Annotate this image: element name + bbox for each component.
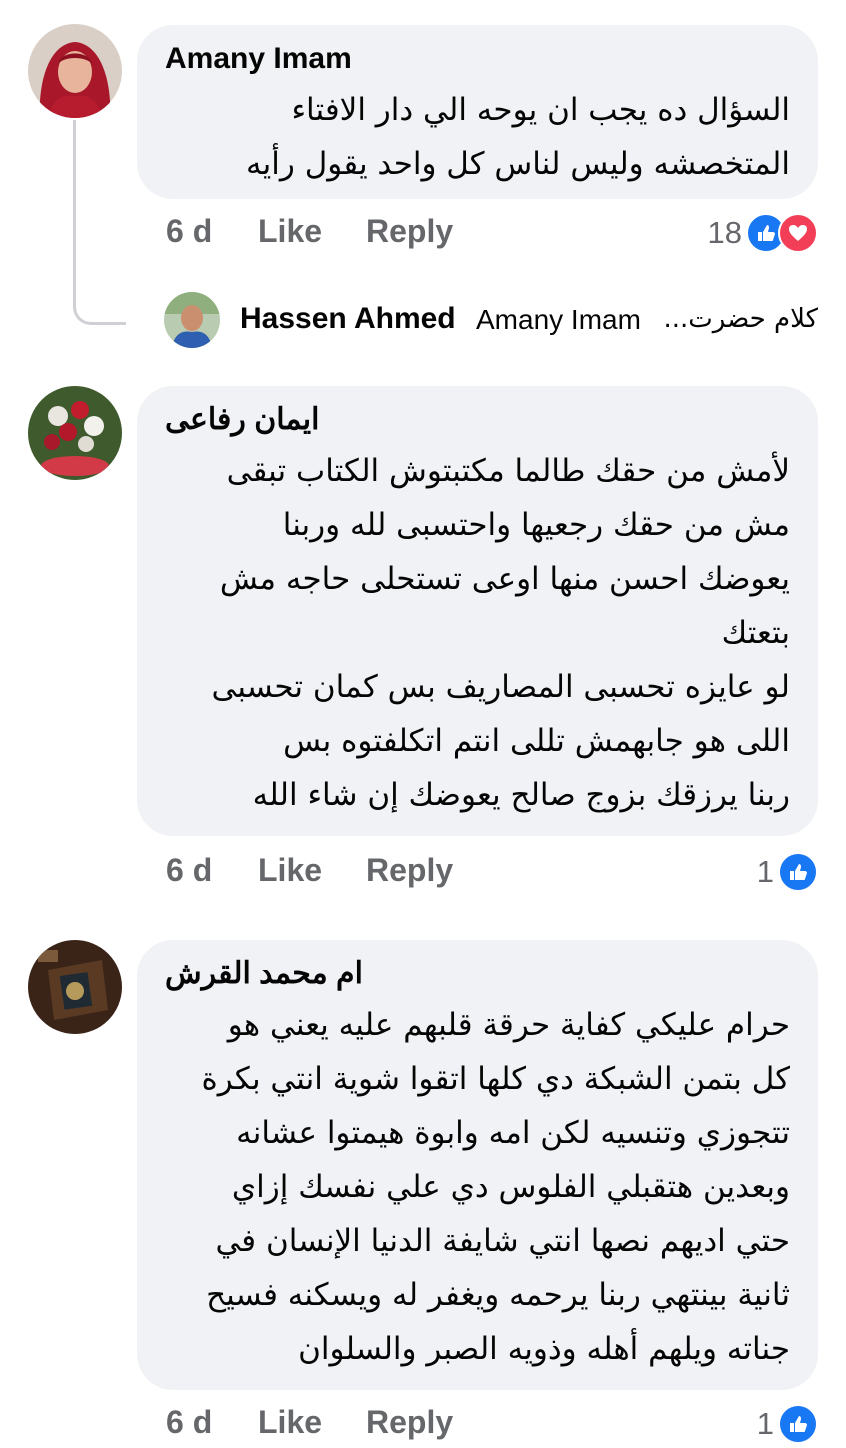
comment-line: لو عايزه تحسبى المصاريف بس كمان تحسبى <box>211 669 790 705</box>
reaction-count: 1 <box>756 854 774 889</box>
comment-line: المتخصشه وليس لناس كل واحد يقول رأيه <box>246 146 790 182</box>
comment-line: ثانية بينتهي ربنا يرحمه ويغفر له ويسكنه … <box>206 1277 790 1313</box>
comment-bubble: Amany Imam السؤال ده يجب ان يوحه الي دار… <box>137 25 818 199</box>
comment-text: السؤال ده يجب ان يوحه الي دار الافتاء ال… <box>165 83 790 191</box>
avatar[interactable] <box>164 292 220 348</box>
reaction-summary[interactable]: 1 <box>757 852 818 892</box>
comment-line: يعوضك احسن منها اوعى تستحلى حاجه مش <box>219 561 790 597</box>
comment-line: وبعدين هتقبلي الفلوس دي علي نفسك إزاي <box>231 1169 790 1205</box>
reaction-count: 18 <box>707 215 742 250</box>
comment-text: حرام عليكي كفاية حرقة قلبهم عليه يعني هو… <box>165 998 790 1376</box>
comment-line: مش من حقك رجعيها واحتسبى لله وربنا <box>282 507 790 543</box>
comment-line: كل بتمن الشبكة دي كلها اتقوا شوية انتي ب… <box>201 1061 790 1097</box>
reaction-summary[interactable]: 18 <box>708 213 818 253</box>
love-icon <box>778 213 818 253</box>
reply-button[interactable]: Reply <box>366 1404 453 1441</box>
reply-button[interactable]: Reply <box>366 852 453 889</box>
reply-author[interactable]: Hassen Ahmed <box>240 302 456 336</box>
comment-author[interactable]: ام محمد القرش <box>165 954 790 994</box>
comment-actions: 6 d Like Reply 1 <box>166 852 818 896</box>
comment-author[interactable]: Amany Imam <box>165 39 790 79</box>
reaction-count: 1 <box>756 1406 774 1441</box>
comment-text: لأمش من حقك طالما مكتبتوش الكتاب تبقى مش… <box>165 444 790 822</box>
thread-line <box>73 120 126 325</box>
comment-bubble: ايمان رفاعى لأمش من حقك طالما مكتبتوش ال… <box>137 386 818 836</box>
comment-line: حرام عليكي كفاية حرقة قلبهم عليه يعني هو <box>227 1007 790 1043</box>
comment-actions: 6 d Like Reply 18 <box>166 213 818 257</box>
reaction-summary[interactable]: 1 <box>757 1404 818 1444</box>
reply-mention[interactable]: Amany Imam <box>476 304 641 336</box>
comment-line: بتعتك <box>721 615 790 651</box>
like-icon <box>778 1404 818 1444</box>
like-button[interactable]: Like <box>258 1404 322 1441</box>
like-icon <box>778 852 818 892</box>
reply-snippet: كلام حضرت... <box>663 304 819 334</box>
comment-line: حتي اديهم نصها انتي شايفة الدنيا الإنسان… <box>215 1223 790 1259</box>
comment-bubble: ام محمد القرش حرام عليكي كفاية حرقة قلبه… <box>137 940 818 1390</box>
comment-line: جناته ويلهم أهله وذويه الصبر والسلوان <box>298 1331 790 1367</box>
avatar[interactable] <box>28 940 122 1034</box>
comment-time[interactable]: 6 d <box>166 852 212 889</box>
comment-line: ربنا يرزقك بزوج صالح يعوضك إن شاء الله <box>252 777 790 813</box>
avatar[interactable] <box>28 24 122 118</box>
reply-button[interactable]: Reply <box>366 213 453 250</box>
comment-line: اللى هو جابهمش تللى انتم اتكلفتوه بس <box>283 723 790 759</box>
comment-actions: 6 d Like Reply 1 <box>166 1404 818 1448</box>
avatar[interactable] <box>28 386 122 480</box>
comment-line: السؤال ده يجب ان يوحه الي دار الافتاء <box>291 92 790 128</box>
like-button[interactable]: Like <box>258 213 322 250</box>
like-button[interactable]: Like <box>258 852 322 889</box>
comment-author[interactable]: ايمان رفاعى <box>165 400 790 440</box>
comment-line: لأمش من حقك طالما مكتبتوش الكتاب تبقى <box>226 453 790 489</box>
reply-preview[interactable]: Hassen Ahmed Amany Imam كلام حضرت... <box>164 292 824 350</box>
comment-time[interactable]: 6 d <box>166 1404 212 1441</box>
comment-time[interactable]: 6 d <box>166 213 212 250</box>
comment-line: تتجوزي وتنسيه لكن امه وابوة هيمتوا عشانه <box>236 1115 790 1151</box>
